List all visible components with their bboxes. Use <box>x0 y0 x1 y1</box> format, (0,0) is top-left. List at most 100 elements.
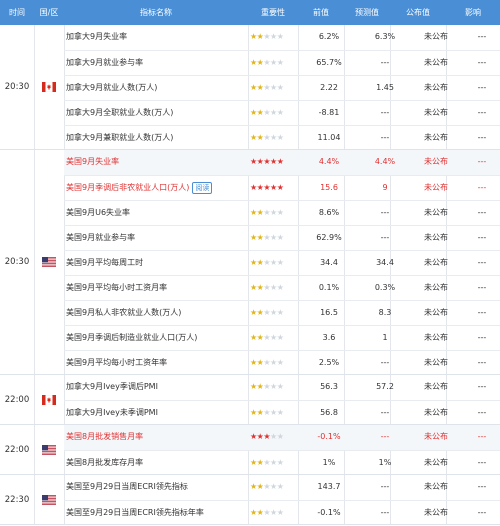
star-filled-icon: ★ <box>250 382 257 391</box>
indicator-name[interactable]: 加拿大9月Ivey未季调PMI <box>66 401 242 425</box>
star-empty-icon: ★ <box>276 258 284 267</box>
star-filled-icon: ★ <box>250 183 257 192</box>
impact-value: --- <box>477 358 487 367</box>
forecast-value: --- <box>380 432 390 441</box>
indicator-name[interactable]: 加拿大9月就业人数(万人) <box>66 76 242 100</box>
impact-value: --- <box>477 432 487 441</box>
star-empty-icon: ★ <box>263 58 271 67</box>
table-row[interactable]: 加拿大9月Ivey未季调PMI ★★★★★ 56.8 --- 未公布 --- <box>64 400 500 425</box>
indicator-name-text: 美国8月批发库存月率 <box>66 458 144 467</box>
forecast-value: --- <box>380 508 390 517</box>
event-group: 22:00 加拿大9月Ivey季调后PMI ★★★★★ 56.3 57.2 未公布 --- 加… <box>0 375 500 425</box>
previous-value: 143.7 <box>317 482 341 491</box>
indicator-name[interactable]: 美国9月季调后非农就业人口(万人) 阅读 <box>66 176 242 200</box>
star-empty-icon: ★ <box>263 508 271 517</box>
forecast-value: 57.2 <box>376 382 394 391</box>
indicator-name-text: 加拿大9月失业率 <box>66 32 128 41</box>
table-row[interactable]: 美国8月批发库存月率 ★★★★★ 1% 1% 未公布 --- <box>64 450 500 475</box>
table-row[interactable]: 美国9月U6失业率 ★★★★★ 8.6% --- 未公布 --- <box>64 200 500 225</box>
impact-value: --- <box>477 382 487 391</box>
star-empty-icon: ★ <box>276 333 284 342</box>
event-time: 22:00 <box>4 394 30 405</box>
indicator-name[interactable]: 美国8月批发库存月率 <box>66 451 242 475</box>
table-row[interactable]: 美国8月批发销售月率 ★★★★★ -0.1% --- 未公布 --- <box>64 425 500 450</box>
indicator-name-text: 美国9月U6失业率 <box>66 208 131 217</box>
previous-value: -8.81 <box>318 108 340 117</box>
indicator-name[interactable]: 加拿大9月就业参与率 <box>66 51 242 75</box>
indicator-name[interactable]: 美国8月批发销售月率 <box>66 425 242 449</box>
indicator-name[interactable]: 加拿大9月全职就业人数(万人) <box>66 101 242 125</box>
indicator-name[interactable]: 美国9月失业率 <box>66 150 242 174</box>
star-filled-icon: ★ <box>250 58 257 67</box>
star-filled-icon: ★ <box>270 157 277 166</box>
table-header: 时间 国/区 指标名称 重要性 前值 预测值 公布值 影响 <box>0 0 500 25</box>
event-time: 22:30 <box>4 494 30 505</box>
indicator-name[interactable]: 美国9月平均每小时工资年率 <box>66 351 242 375</box>
table-row[interactable]: 美国9月失业率 ★★★★★ 4.4% 4.4% 未公布 --- <box>64 150 500 175</box>
previous-value: 1% <box>322 458 336 467</box>
previous-value: 0.1% <box>318 283 340 292</box>
indicator-name[interactable]: 美国9月季调后制造业就业人口(万人) <box>66 326 242 350</box>
published-value: 未公布 <box>424 358 448 367</box>
previous-value: 2.22 <box>320 83 338 92</box>
indicator-name-text: 美国9月季调后非农就业人口(万人) <box>66 183 190 192</box>
star-empty-icon: ★ <box>270 358 277 367</box>
table-row[interactable]: 加拿大9月Ivey季调后PMI ★★★★★ 56.3 57.2 未公布 --- <box>64 375 500 400</box>
table-row[interactable]: 美国至9月29日当周ECRI领先指标年率 ★★★★★ -0.1% --- 未公布 --- <box>64 500 500 525</box>
indicator-name[interactable]: 美国9月U6失业率 <box>66 201 242 225</box>
indicator-name[interactable]: 加拿大9月兼职就业人数(万人) <box>66 126 242 150</box>
forecast-value: 0.3% <box>374 283 396 292</box>
published-value: 未公布 <box>424 333 448 342</box>
previous-value: 34.4 <box>320 258 338 267</box>
table-row[interactable]: 美国9月平均每周工时 ★★★★★ 34.4 34.4 未公布 --- <box>64 250 500 275</box>
impact-value: --- <box>477 83 487 92</box>
table-row[interactable]: 美国9月平均每小时工资月率 ★★★★★ 0.1% 0.3% 未公布 --- <box>64 275 500 300</box>
star-filled-icon: ★ <box>263 157 271 166</box>
impact-value: --- <box>477 208 487 217</box>
table-row[interactable]: 美国9月平均每小时工资年率 ★★★★★ 2.5% --- 未公布 --- <box>64 350 500 375</box>
indicator-name[interactable]: 美国9月平均每小时工资月率 <box>66 276 242 300</box>
star-filled-icon: ★ <box>263 183 271 192</box>
table-row[interactable]: 美国至9月29日当周ECRI领先指标 ★★★★★ 143.7 --- 未公布 --- <box>64 475 500 500</box>
table-row[interactable]: 加拿大9月全职就业人数(万人) ★★★★★ -8.81 --- 未公布 --- <box>64 100 500 125</box>
star-empty-icon: ★ <box>276 133 284 142</box>
indicator-name[interactable]: 美国9月私人非农就业人数(万人) <box>66 301 242 325</box>
forecast-value: --- <box>380 358 390 367</box>
table-row[interactable]: 加拿大9月就业人数(万人) ★★★★★ 2.22 1.45 未公布 --- <box>64 75 500 100</box>
forecast-value: 8.3 <box>378 308 392 317</box>
indicator-name-text: 加拿大9月兼职就业人数(万人) <box>66 133 174 142</box>
table-row[interactable]: 美国9月就业参与率 ★★★★★ 62.9% --- 未公布 --- <box>64 225 500 250</box>
event-time: 22:00 <box>4 444 30 455</box>
indicator-name[interactable]: 加拿大9月Ivey季调后PMI <box>66 375 242 399</box>
impact-value: --- <box>477 458 487 467</box>
star-empty-icon: ★ <box>270 432 277 441</box>
event-group: 22:30 美国至9月29日当周ECRI领先指标 ★★★★★ 143.7 --- 未公布 -… <box>0 475 500 525</box>
impact-value: --- <box>477 32 487 41</box>
indicator-name-text: 美国9月失业率 <box>66 157 120 166</box>
indicator-name[interactable]: 美国至9月29日当周ECRI领先指标年率 <box>66 501 242 525</box>
table-row[interactable]: 美国9月季调后非农就业人口(万人) 阅读 ★★★★★ 15.6 9 未公布 --- <box>64 175 500 200</box>
table-row[interactable]: 加拿大9月失业率 ★★★★★ 6.2% 6.3% 未公布 --- <box>64 25 500 50</box>
star-empty-icon: ★ <box>270 308 277 317</box>
star-empty-icon: ★ <box>270 58 277 67</box>
indicator-name[interactable]: 美国9月就业参与率 <box>66 226 242 250</box>
previous-value: -0.1% <box>317 508 341 517</box>
forecast-value: 9 <box>382 183 388 192</box>
impact-value: --- <box>477 133 487 142</box>
indicator-name[interactable]: 美国至9月29日当周ECRI领先指标 <box>66 475 242 499</box>
indicator-name[interactable]: 美国9月平均每周工时 <box>66 251 242 275</box>
published-value: 未公布 <box>424 382 448 391</box>
indicator-name-text: 加拿大9月Ivey季调后PMI <box>66 382 158 391</box>
star-empty-icon: ★ <box>263 32 271 41</box>
star-empty-icon: ★ <box>263 283 271 292</box>
published-value: 未公布 <box>424 508 448 517</box>
table-row[interactable]: 加拿大9月就业参与率 ★★★★★ 65.7% --- 未公布 --- <box>64 50 500 75</box>
table-row[interactable]: 美国9月季调后制造业就业人口(万人) ★★★★★ 3.6 1 未公布 --- <box>64 325 500 350</box>
table-row[interactable]: 美国9月私人非农就业人数(万人) ★★★★★ 16.5 8.3 未公布 --- <box>64 300 500 325</box>
indicator-name[interactable]: 加拿大9月失业率 <box>66 25 242 49</box>
star-empty-icon: ★ <box>263 133 271 142</box>
star-empty-icon: ★ <box>270 83 277 92</box>
read-button[interactable]: 阅读 <box>192 181 213 194</box>
published-value: 未公布 <box>424 133 448 142</box>
table-row[interactable]: 加拿大9月兼职就业人数(万人) ★★★★★ 11.04 --- 未公布 --- <box>64 125 500 150</box>
